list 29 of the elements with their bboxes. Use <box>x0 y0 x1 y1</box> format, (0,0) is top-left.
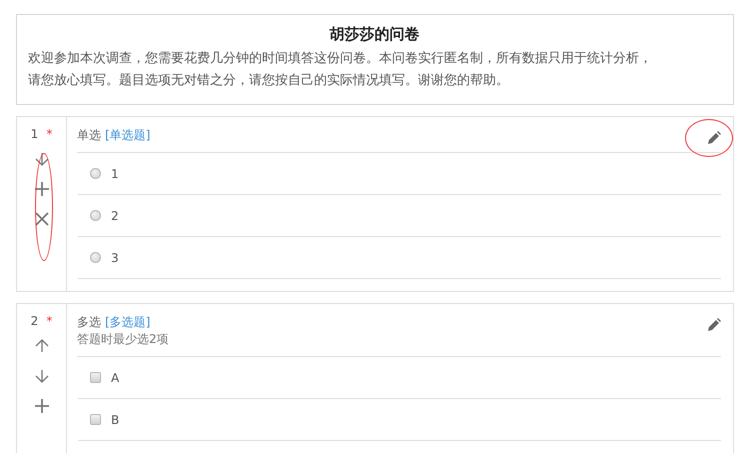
close-icon <box>34 211 50 227</box>
option-label: A <box>111 370 120 384</box>
required-mark: * <box>46 314 52 328</box>
intro-text: 欢迎参加本次调查，您需要花费几分钟的时间填答这份问卷。本问卷实行匿名制，所有数据只用于统计分析， <box>28 50 653 68</box>
checkbox[interactable] <box>90 372 101 383</box>
arrow-down-icon <box>34 151 50 167</box>
edit-button[interactable] <box>705 316 723 334</box>
radio-button[interactable] <box>90 252 101 263</box>
option-label: 3 <box>111 250 119 264</box>
pencil-icon <box>707 318 721 332</box>
radio-button[interactable] <box>90 210 101 221</box>
question-number: 1 <box>30 127 38 141</box>
edit-button[interactable] <box>705 129 723 147</box>
plus-icon <box>34 181 50 197</box>
question-heading: 单选 [单选题] <box>77 127 721 153</box>
radio-button[interactable] <box>90 168 101 179</box>
arrow-down-icon <box>34 368 50 384</box>
survey-title: 胡莎莎的问卷 <box>328 25 420 44</box>
intro-text: 请您放心填写。题目选项无对错之分，请您按自己的实际情况填写。谢谢您的帮助。 <box>28 72 510 90</box>
option-label: B <box>111 412 120 426</box>
arrow-up-icon <box>34 338 50 354</box>
required-mark: * <box>46 127 52 141</box>
plus-icon <box>34 398 50 414</box>
pencil-icon <box>707 131 721 145</box>
checkbox[interactable] <box>90 414 101 425</box>
option-label: 2 <box>111 208 119 222</box>
option-label: 1 <box>111 166 119 180</box>
question-heading: 多选 [多选题] 答题时最少选2项 <box>77 314 721 357</box>
question-number: 2 <box>30 314 38 328</box>
